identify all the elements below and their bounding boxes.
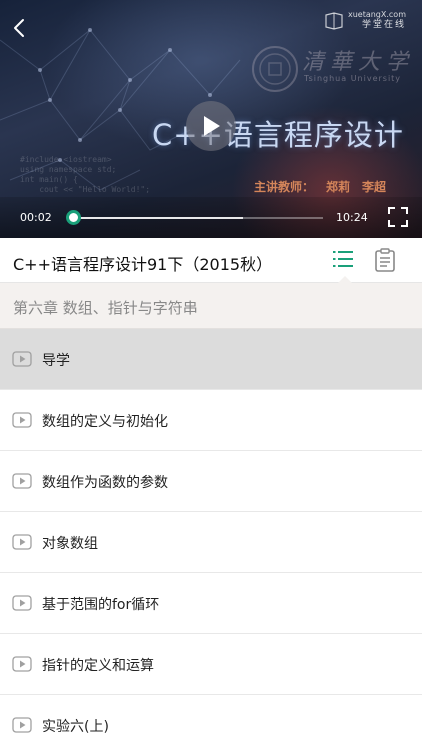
university-name-watermark: 清華大学 (302, 50, 415, 75)
decorative-code: #include <iostream> using namespace std;… (20, 155, 151, 194)
fullscreen-icon[interactable] (388, 207, 408, 227)
lesson-label: 导学 (42, 353, 70, 369)
university-name-en-watermark: Tsinghua University (304, 74, 402, 83)
brand-name: 学堂在线 (361, 20, 406, 30)
teacher-credits: 主讲教师： 郑莉 李超 (254, 178, 386, 195)
progress-thumb[interactable] (66, 210, 81, 225)
lesson-list: 导学 数组的定义与初始化 数组作为函数的参数 对象数组 基于范围的for循环 指… (0, 329, 422, 750)
lesson-item[interactable]: 基于范围的for循环 (0, 573, 422, 634)
teacher-label: 主讲教师： (253, 180, 314, 194)
xuetang-logo-icon (325, 11, 343, 30)
lesson-item[interactable]: 数组作为函数的参数 (0, 451, 422, 512)
lesson-item[interactable]: 实验六(上) (0, 695, 422, 750)
teacher-name: 李超 (361, 180, 386, 194)
brand-watermark: xuetangX.com 学堂在线 (324, 10, 406, 31)
video-play-icon (12, 412, 32, 428)
chapter-header: 第六章 数组、指针与字符串 (0, 283, 422, 329)
chapter-title: 第六章 数组、指针与字符串 (13, 299, 198, 317)
video-play-icon (12, 473, 32, 489)
lesson-item[interactable]: 导学 (0, 329, 422, 390)
video-play-icon (12, 656, 32, 672)
player-controls: 00:02 10:24 (0, 197, 422, 238)
video-play-icon (12, 351, 32, 367)
back-icon[interactable] (8, 16, 32, 40)
progress-track[interactable] (73, 217, 323, 219)
play-button[interactable] (186, 101, 236, 151)
active-tab-indicator (338, 276, 352, 283)
lesson-label: 对象数组 (42, 536, 98, 552)
lesson-label: 数组的定义与初始化 (42, 414, 168, 430)
play-icon (204, 116, 220, 136)
tab-notes[interactable] (374, 248, 396, 272)
notes-icon (375, 248, 395, 272)
list-icon (333, 251, 353, 267)
video-play-icon (12, 595, 32, 611)
current-time: 00:02 (20, 211, 52, 224)
lesson-label: 数组作为函数的参数 (42, 475, 168, 491)
lesson-item[interactable]: 对象数组 (0, 512, 422, 573)
video-player[interactable]: #include <iostream> using namespace std;… (0, 0, 422, 238)
lesson-label: 实验六(上) (42, 719, 109, 735)
tab-lesson-list[interactable] (332, 249, 358, 283)
course-header: C++语言程序设计91下（2015秋） (0, 238, 422, 283)
lesson-item[interactable]: 数组的定义与初始化 (0, 390, 422, 451)
lesson-label: 指针的定义和运算 (42, 658, 154, 674)
course-title: C++语言程序设计91下（2015秋） (13, 255, 273, 274)
buffer-bar (73, 217, 243, 219)
lesson-item[interactable]: 指针的定义和运算 (0, 634, 422, 695)
university-seal-icon (252, 46, 298, 92)
video-play-icon (12, 717, 32, 733)
lesson-label: 基于范围的for循环 (42, 597, 160, 613)
brand-url: xuetangX.com (347, 10, 406, 19)
teacher-name: 郑莉 (325, 180, 350, 194)
video-play-icon (12, 534, 32, 550)
total-time: 10:24 (336, 211, 368, 224)
